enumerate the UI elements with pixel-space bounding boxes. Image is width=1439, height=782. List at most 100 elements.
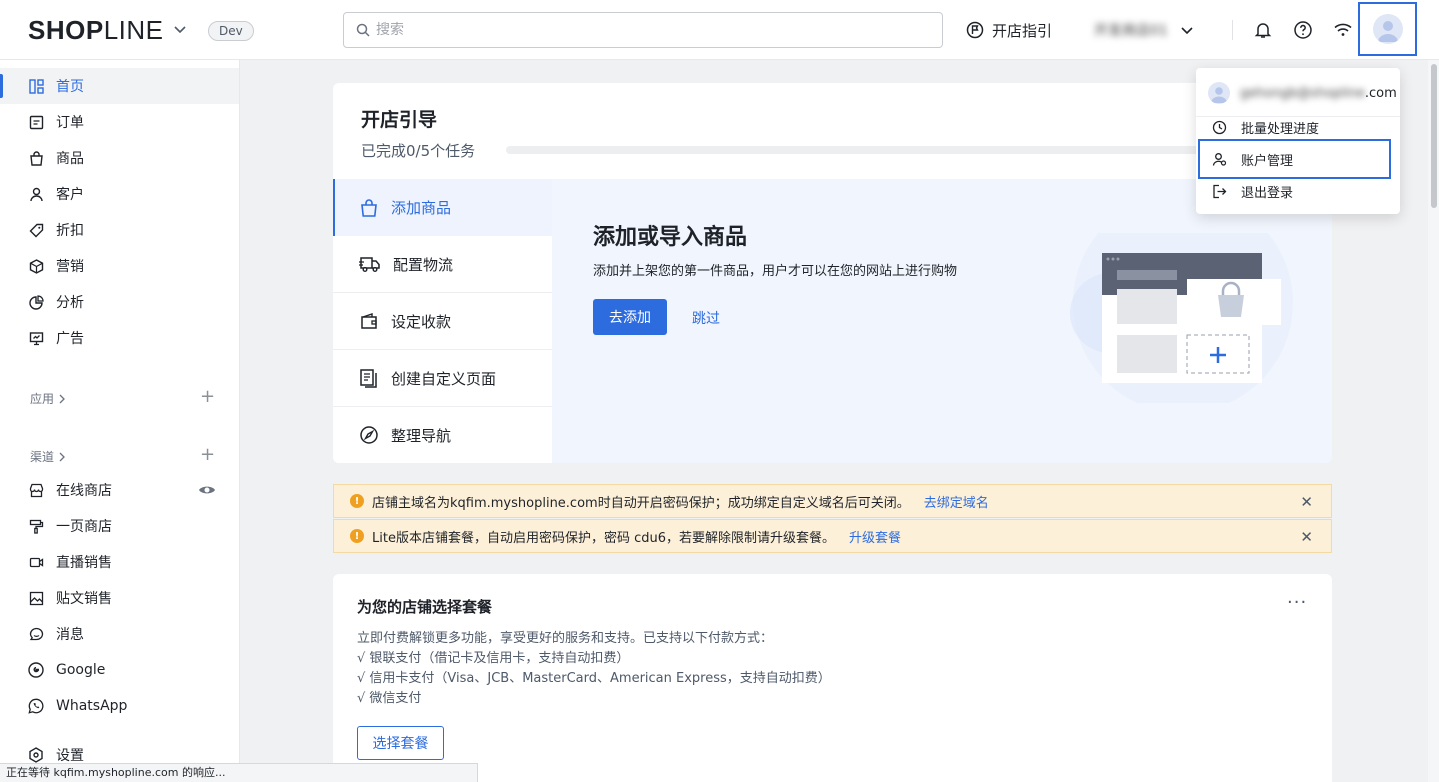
wifi-icon[interactable] xyxy=(1332,19,1354,41)
scrollbar[interactable] xyxy=(1428,60,1439,782)
task-label: 创建自定义页面 xyxy=(391,369,497,388)
user-avatar-icon xyxy=(1377,21,1398,42)
task-label: 整理导航 xyxy=(391,426,452,445)
sidebar-item-post-sales[interactable]: 贴文销售 xyxy=(0,580,239,616)
close-icon[interactable]: ✕ xyxy=(1300,528,1313,546)
chevron-down-icon[interactable] xyxy=(172,21,188,37)
browser-status-bar: 正在等待 kqfim.myshopline.com 的响应... xyxy=(0,763,478,782)
add-product-illustration-icon xyxy=(1070,233,1293,403)
menu-item-label: 批量处理进度 xyxy=(1241,121,1320,137)
sidebar-item-label: 首页 xyxy=(56,79,84,95)
more-options-icon[interactable]: ··· xyxy=(1287,592,1307,613)
skip-link[interactable]: 跳过 xyxy=(692,308,720,328)
sidebar-item-label: 贴文销售 xyxy=(56,591,112,607)
payment-method-item: √ 银联支付（借记卡及信用卡，支持自动扣费） xyxy=(357,651,630,666)
chat-icon xyxy=(28,626,44,642)
scroll-thumb[interactable] xyxy=(1431,64,1437,208)
logout-icon xyxy=(1213,184,1227,198)
guide-title: 开店引导 xyxy=(361,109,438,131)
sidebar-item-label: 直播销售 xyxy=(56,555,112,571)
video-icon xyxy=(28,554,44,570)
lite-plan-alert: ! Lite版本店铺套餐，自动启用密码保护，密码 cdu6，若要解除限制请升级套… xyxy=(333,519,1332,553)
sidebar-item-messages[interactable]: 消息 xyxy=(0,616,239,652)
avatar xyxy=(1372,14,1403,44)
upgrade-plan-link[interactable]: 升级套餐 xyxy=(849,527,901,546)
sidebar-item-label: 订单 xyxy=(56,115,84,131)
clock-icon xyxy=(1212,120,1227,134)
sidebar-item-label: Google xyxy=(56,662,106,678)
task-configure-shipping[interactable]: 配置物流 xyxy=(333,236,552,293)
menu-item-label: 退出登录 xyxy=(1241,185,1294,201)
search-box[interactable] xyxy=(343,12,943,48)
divider xyxy=(1232,20,1233,40)
payment-method-item: √ 微信支付 xyxy=(357,691,422,706)
search-icon xyxy=(356,23,370,37)
sidebar-item-one-page-store[interactable]: 一页商店 xyxy=(0,508,239,544)
sidebar-item-label: 广告 xyxy=(56,331,84,347)
sidebar-item-label: 分析 xyxy=(56,295,84,311)
sidebar-item-google[interactable]: Google xyxy=(0,652,239,688)
avatar-button[interactable] xyxy=(1358,2,1417,56)
sidebar-item-ads[interactable]: 广告 xyxy=(0,320,239,356)
alert-text: 店铺主域名为kqfim.myshopline.com时自动开启密码保护；成功绑定… xyxy=(372,495,910,511)
help-icon[interactable] xyxy=(1292,19,1314,41)
sidebar-item-analytics[interactable]: 分析 xyxy=(0,284,239,320)
monitor-icon xyxy=(28,330,44,346)
sidebar: 首页 订单 商品 客户 折扣 营销 分析 广告 应用 + 渠道 + 在线商店 一… xyxy=(0,60,240,782)
user-icon xyxy=(28,186,44,202)
plan-description: 立即付费解锁更多功能，享受更好的服务和支持。已支持以下付款方式： xyxy=(357,631,774,646)
store-guide-label: 开店指引 xyxy=(992,21,1053,40)
sidebar-item-discounts[interactable]: 折扣 xyxy=(0,212,239,248)
channels-section-header[interactable]: 渠道 xyxy=(30,448,66,465)
image-icon xyxy=(28,590,44,606)
task-label: 添加商品 xyxy=(391,199,452,217)
guide-progress-bar xyxy=(506,146,1206,154)
chevron-right-icon xyxy=(59,394,65,403)
menu-item-batch-progress[interactable]: 批量处理进度 xyxy=(1212,114,1392,140)
order-icon xyxy=(28,114,44,130)
task-organize-navigation[interactable]: 整理导航 xyxy=(333,407,552,463)
sidebar-item-marketing[interactable]: 营销 xyxy=(0,248,239,284)
store-selector[interactable]: 开发商店01 xyxy=(1094,18,1194,42)
sidebar-item-label: 设置 xyxy=(56,748,84,764)
flag-circle-icon xyxy=(966,21,984,39)
sidebar-item-products[interactable]: 商品 xyxy=(0,140,239,176)
store-guide-button[interactable]: 开店指引 xyxy=(966,18,1052,42)
add-product-button[interactable]: 去添加 xyxy=(593,299,667,335)
choose-plan-button[interactable]: 选择套餐 xyxy=(357,726,444,760)
warning-icon: ! xyxy=(350,494,364,508)
sidebar-item-customers[interactable]: 客户 xyxy=(0,176,239,212)
shopline-logo[interactable]: SHOPLINE xyxy=(28,15,164,46)
bell-icon[interactable] xyxy=(1252,19,1274,41)
bind-domain-link[interactable]: 去绑定域名 xyxy=(924,492,989,511)
home-grid-icon xyxy=(28,78,44,94)
eye-icon[interactable] xyxy=(198,483,216,497)
email-suffix: .com xyxy=(1364,85,1397,101)
sidebar-item-whatsapp[interactable]: WhatsApp xyxy=(0,688,239,724)
task-set-payment[interactable]: 设定收款 xyxy=(333,293,552,350)
task-create-custom-page[interactable]: 创建自定义页面 xyxy=(333,350,552,407)
tag-icon xyxy=(28,222,44,238)
close-icon[interactable]: ✕ xyxy=(1300,493,1313,511)
google-icon xyxy=(28,662,44,678)
account-email: gehongb@shopline.com xyxy=(1208,82,1397,104)
store-name: 开发商店01 xyxy=(1094,23,1168,39)
task-add-products[interactable]: 添加商品 xyxy=(333,179,552,236)
plan-title: 为您的店铺选择套餐 xyxy=(357,598,493,616)
add-app-plus-icon[interactable]: + xyxy=(200,386,215,407)
sidebar-item-label: 折扣 xyxy=(56,223,84,239)
avatar xyxy=(1208,82,1230,104)
plan-card: 为您的店铺选择套餐 ··· 立即付费解锁更多功能，享受更好的服务和支持。已支持以… xyxy=(333,574,1332,782)
apps-section-label: 应用 xyxy=(30,392,55,406)
sidebar-item-live-sales[interactable]: 直播销售 xyxy=(0,544,239,580)
sidebar-item-home[interactable]: 首页 xyxy=(0,68,239,104)
alert-text: Lite版本店铺套餐，自动启用密码保护，密码 cdu6，若要解除限制请升级套餐。 xyxy=(372,530,835,546)
menu-item-logout[interactable]: 退出登录 xyxy=(1212,178,1392,204)
task-detail-title: 添加或导入商品 xyxy=(593,225,748,250)
add-channel-plus-icon[interactable]: + xyxy=(200,444,215,465)
channels-section-label: 渠道 xyxy=(30,450,55,464)
apps-section-header[interactable]: 应用 xyxy=(30,390,66,407)
sidebar-item-orders[interactable]: 订单 xyxy=(0,104,239,140)
search-input[interactable] xyxy=(376,19,926,41)
sidebar-item-label: 商品 xyxy=(56,151,84,167)
